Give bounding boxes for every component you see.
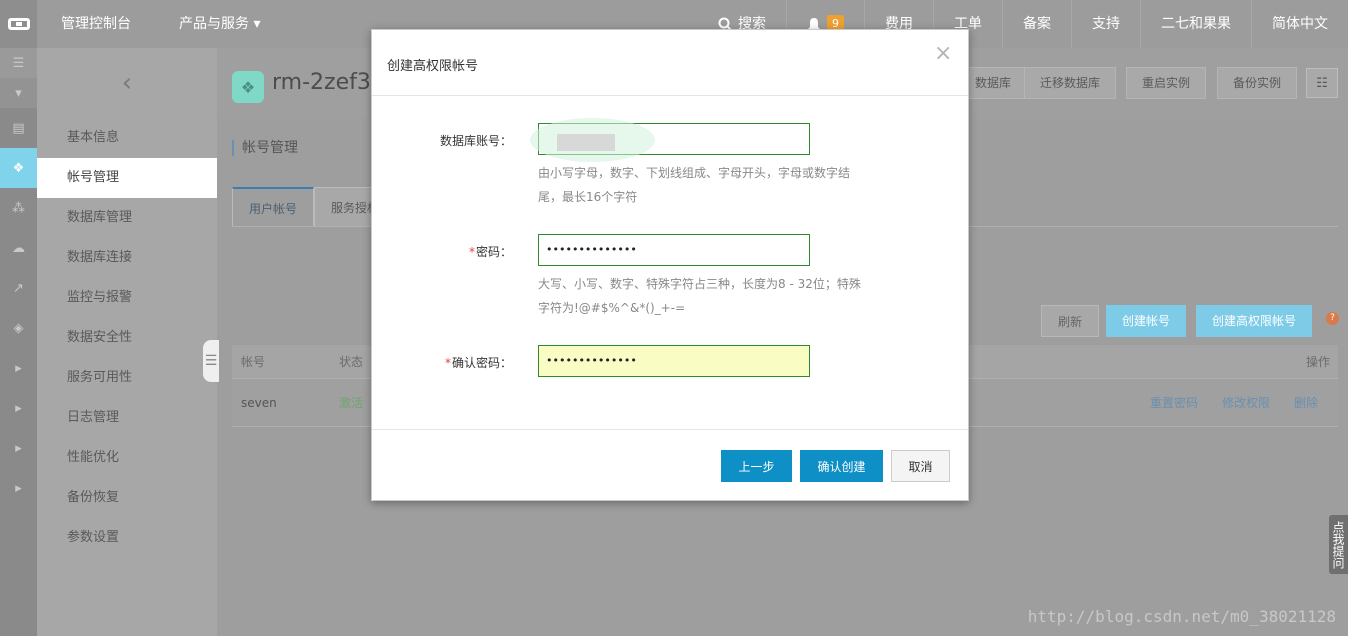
confirm-create-button[interactable]: 确认创建 — [800, 450, 883, 482]
chevron-down-icon: ▾ — [253, 16, 261, 32]
password-hint-line2: 字符为!@#$%^&*()_+-= — [538, 301, 686, 315]
back-arrow-icon[interactable]: ‹ — [37, 48, 217, 118]
restart-instance-button[interactable]: 重启实例 — [1126, 67, 1207, 99]
list-menu-icon[interactable]: ☷ — [1306, 68, 1338, 98]
feedback-tab[interactable]: 点我提问 — [1329, 515, 1348, 574]
chart-icon[interactable]: ↗ — [0, 268, 37, 308]
confirm-password-label-text: 确认密码： — [451, 356, 512, 370]
cloud-icon[interactable]: ☁ — [0, 228, 37, 268]
sidebar-item-performance[interactable]: 性能优化 — [37, 438, 217, 478]
username-hint-line1: 由小写字母，数字、下划线组成、字母开头，字母或数字结 — [538, 166, 851, 180]
sidebar-item-backup[interactable]: 备份恢复 — [37, 478, 217, 518]
help-icon[interactable]: ? — [1326, 312, 1339, 325]
modify-permissions-link[interactable]: 修改权限 — [1222, 394, 1270, 411]
layers-icon[interactable]: ◈ — [0, 308, 37, 348]
icon-rail: ☰ ▾ ▤ ❖ ⁂ ☁ ↗ ◈ ▸ ▸ ▸ ▸ — [0, 48, 37, 636]
sidebar-item-account-management[interactable]: 帐号管理 — [37, 158, 217, 198]
username-label: 数据库账号： — [439, 134, 512, 148]
chevron-right-icon[interactable]: ▸ — [0, 428, 37, 468]
username-hint: 由小写字母，数字、下划线组成、字母开头，字母或数字结 尾，最长16个字符 — [538, 161, 868, 209]
backup-instance-button[interactable]: 备份实例 — [1217, 67, 1298, 99]
section-title: 帐号管理 — [232, 140, 298, 156]
watermark-text: http://blog.csdn.net/m0_38021128 — [1027, 607, 1336, 626]
database-button[interactable]: 数据库 — [960, 67, 1028, 99]
create-account-button[interactable]: 创建帐号 — [1106, 305, 1187, 337]
support-link[interactable]: 支持 — [1071, 0, 1140, 48]
dialog-header: 创建高权限帐号 × — [372, 30, 968, 96]
console-link[interactable]: 管理控制台 — [37, 0, 155, 48]
sidebar-item-monitoring[interactable]: 监控与报警 — [37, 278, 217, 318]
account-name-cell: seven — [241, 395, 277, 410]
chevron-right-icon[interactable]: ▸ — [0, 388, 37, 428]
caret-down-icon[interactable]: ▾ — [0, 78, 37, 108]
delete-link[interactable]: 删除 — [1294, 394, 1318, 411]
sidebar-item-availability[interactable]: 服务可用性 — [37, 358, 217, 398]
password-input[interactable]: •••••••••••••• — [538, 234, 810, 266]
user-menu[interactable]: 二七和果果 — [1140, 0, 1251, 48]
tab-user-accounts[interactable]: 用户帐号 — [232, 187, 315, 227]
filing-link[interactable]: 备案 — [1002, 0, 1071, 48]
redacted-username — [557, 134, 615, 151]
sidebar-item-logs[interactable]: 日志管理 — [37, 398, 217, 438]
products-menu[interactable]: 产品与服务 ▾ — [155, 0, 284, 48]
dialog-title: 创建高权限帐号 — [387, 59, 479, 74]
column-header-actions: 操作 — [1305, 355, 1330, 369]
password-hint: 大写、小写、数字、特殊字符占三种，长度为8 - 32位；特殊 字符为!@#$%^… — [538, 272, 868, 320]
instance-side-menu: ‹ 基本信息 帐号管理 数据库管理 数据库连接 监控与报警 数据安全性 服务可用… — [37, 48, 217, 636]
products-label: 产品与服务 — [179, 16, 249, 32]
refresh-button[interactable]: 刷新 — [1041, 305, 1100, 337]
dialog-footer-divider — [372, 429, 968, 430]
password-label-text: 密码： — [475, 245, 512, 259]
sidebar-item-database-management[interactable]: 数据库管理 — [37, 198, 217, 238]
create-super-account-button[interactable]: 创建高权限帐号 — [1196, 305, 1313, 337]
row-actions: 重置密码 修改权限 删除 — [1150, 394, 1338, 411]
list-icon[interactable]: ☰ — [0, 48, 37, 78]
confirm-password-input[interactable]: •••••••••••••• — [538, 345, 810, 377]
confirm-password-label: *确认密码： — [372, 354, 512, 371]
database-icon[interactable]: ❖ — [0, 148, 37, 188]
rds-instance-icon: ❖ — [232, 71, 264, 103]
previous-step-button[interactable]: 上一步 — [721, 450, 792, 482]
password-label: *密码： — [372, 243, 512, 260]
password-hint-line1: 大写、小写、数字、特殊字符占三种，长度为8 - 32位；特殊 — [538, 277, 861, 291]
sidebar-item-database-connection[interactable]: 数据库连接 — [37, 238, 217, 278]
sidebar-item-parameters[interactable]: 参数设置 — [37, 518, 217, 558]
required-marker: * — [468, 245, 475, 259]
reset-password-link[interactable]: 重置密码 — [1150, 394, 1198, 411]
chevron-right-icon[interactable]: ▸ — [0, 468, 37, 508]
migrate-database-button[interactable]: 迁移数据库 — [1024, 67, 1117, 99]
sidebar-item-data-security[interactable]: 数据安全性 — [37, 318, 217, 358]
chevron-right-icon[interactable]: ▸ — [0, 348, 37, 388]
language-menu[interactable]: 简体中文 — [1251, 0, 1348, 48]
required-marker: * — [444, 356, 451, 370]
sidebar-item-basic-info[interactable]: 基本信息 — [37, 118, 217, 158]
create-super-account-dialog: 创建高权限帐号 × 数据库账号： 由小写字母，数字、下划线组成、字母开头，字母或… — [371, 29, 969, 501]
username-hint-line2: 尾，最长16个字符 — [538, 190, 638, 204]
cancel-button[interactable]: 取消 — [891, 450, 950, 482]
instance-name: rm-2zef3c — [272, 70, 383, 95]
server-icon[interactable]: ▤ — [0, 108, 37, 148]
column-header-account: 帐号 — [241, 355, 266, 369]
aliyun-logo-icon[interactable] — [0, 0, 37, 48]
collapse-sidebar-handle[interactable]: ☰ — [203, 340, 219, 382]
close-icon[interactable]: × — [934, 42, 952, 66]
share-icon[interactable]: ⁂ — [0, 188, 37, 228]
